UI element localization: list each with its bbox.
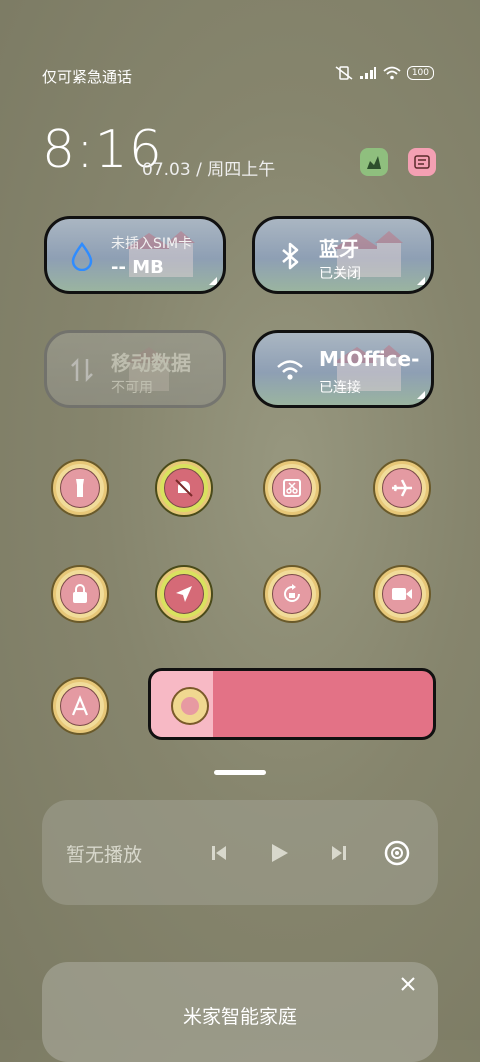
wifi-icon bbox=[277, 360, 303, 380]
water-drop-icon bbox=[71, 241, 93, 271]
tile-corner bbox=[417, 277, 425, 285]
flashlight-toggle[interactable] bbox=[50, 458, 110, 518]
cast-icon bbox=[384, 840, 410, 866]
tile-mobile-data-title: 移动数据 bbox=[111, 351, 191, 375]
edit-tiles-icon[interactable] bbox=[360, 148, 388, 176]
wifi-status-icon bbox=[383, 66, 401, 80]
tile-data-title: 未插入SIM卡 bbox=[111, 236, 193, 252]
screenshot-toggle[interactable] bbox=[262, 458, 322, 518]
tile-wifi-title: MIOffice- bbox=[319, 347, 420, 371]
airplane-icon bbox=[392, 479, 412, 497]
close-icon bbox=[401, 977, 415, 991]
airplane-toggle[interactable] bbox=[372, 458, 432, 518]
brightness-knob[interactable] bbox=[171, 687, 209, 725]
auto-brightness-toggle[interactable] bbox=[50, 676, 110, 736]
play-button[interactable] bbox=[264, 838, 294, 868]
bluetooth-tile[interactable]: 蓝牙 已关闭 bbox=[252, 216, 434, 294]
mobile-data-icon bbox=[71, 357, 93, 383]
wifi-tile[interactable]: MIOffice- 已连接 bbox=[252, 330, 434, 408]
previous-button[interactable] bbox=[204, 838, 234, 868]
mobile-data-tile[interactable]: 移动数据 不可用 bbox=[44, 330, 226, 408]
previous-icon bbox=[212, 846, 226, 860]
smart-home-title: 米家智能家庭 bbox=[182, 1006, 297, 1028]
media-player: 暂无播放 bbox=[42, 800, 438, 905]
next-button[interactable] bbox=[324, 838, 354, 868]
close-button[interactable] bbox=[396, 972, 420, 996]
tile-data-value: -- MB bbox=[111, 257, 164, 278]
screenshot-scissors-icon bbox=[283, 479, 301, 497]
signal-icon bbox=[359, 67, 376, 79]
tile-bluetooth-status: 已关闭 bbox=[319, 266, 361, 282]
clock-date: 07.03 / 周四上午 bbox=[142, 160, 276, 180]
tile-corner bbox=[209, 277, 217, 285]
mute-toggle[interactable] bbox=[154, 458, 214, 518]
lock-screen-toggle[interactable] bbox=[50, 564, 110, 624]
auto-brightness-icon bbox=[71, 695, 89, 716]
status-carrier-text: 仅可紧急通话 bbox=[42, 68, 133, 86]
rotation-lock-toggle[interactable] bbox=[262, 564, 322, 624]
screen-record-toggle[interactable] bbox=[372, 564, 432, 624]
next-icon bbox=[332, 846, 346, 860]
play-icon bbox=[272, 844, 288, 862]
status-icons: 100 bbox=[335, 66, 434, 80]
location-icon bbox=[176, 586, 192, 602]
mute-bell-icon bbox=[175, 479, 193, 497]
tile-bluetooth-title: 蓝牙 bbox=[319, 237, 359, 261]
screen-record-icon bbox=[392, 588, 412, 600]
panel-drag-handle[interactable] bbox=[214, 770, 266, 775]
media-status-text: 暂无播放 bbox=[66, 844, 143, 866]
tile-wifi-status: 已连接 bbox=[319, 380, 361, 396]
tile-mobile-data-status: 不可用 bbox=[111, 380, 153, 396]
rotation-lock-icon bbox=[284, 584, 300, 602]
location-toggle[interactable] bbox=[154, 564, 214, 624]
lock-icon bbox=[73, 584, 87, 603]
brightness-slider[interactable] bbox=[148, 668, 436, 740]
tile-corner bbox=[417, 391, 425, 399]
vibrate-mute-icon bbox=[335, 66, 353, 80]
data-usage-tile[interactable]: 未插入SIM卡 -- MB bbox=[44, 216, 226, 294]
battery-icon: 100 bbox=[406, 66, 434, 80]
cast-button[interactable] bbox=[382, 838, 412, 868]
bluetooth-icon bbox=[282, 242, 299, 270]
settings-tag-icon[interactable] bbox=[408, 148, 436, 176]
flashlight-icon bbox=[76, 479, 84, 497]
header-actions bbox=[360, 148, 436, 176]
smart-home-card[interactable]: 米家智能家庭 bbox=[42, 962, 438, 1062]
